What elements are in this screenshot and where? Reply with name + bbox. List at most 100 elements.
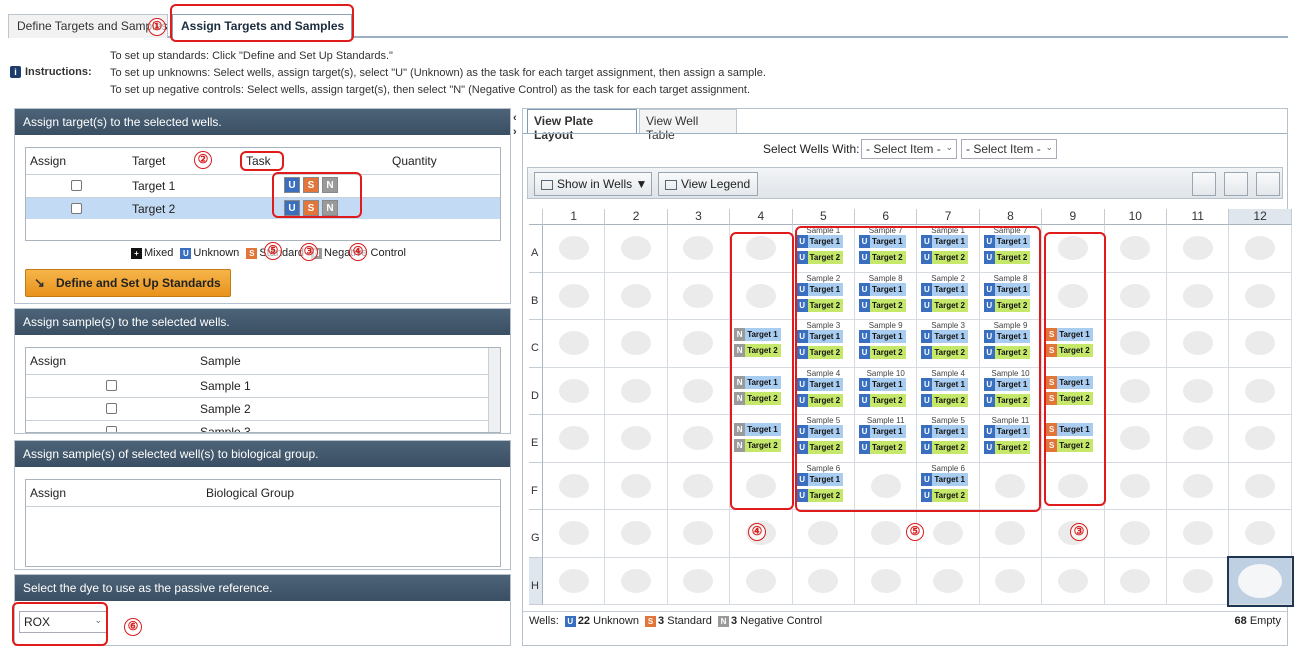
plate-well[interactable] <box>1104 415 1167 463</box>
column-header[interactable]: 4 <box>730 209 793 225</box>
plate-well[interactable] <box>667 510 731 558</box>
tab-view-plate-layout[interactable]: View Plate Layout <box>527 109 637 142</box>
table-row[interactable]: Target 2 USN <box>26 197 500 219</box>
row-header[interactable]: H <box>529 557 543 605</box>
plate-well[interactable] <box>1229 462 1292 510</box>
select-wells-dropdown-2[interactable]: - Select Item - ⌄ <box>961 139 1057 159</box>
plate-well[interactable] <box>605 225 668 273</box>
column-header[interactable]: 11 <box>1167 209 1230 225</box>
plate-well[interactable] <box>1167 557 1230 605</box>
plate-well[interactable] <box>1104 462 1167 510</box>
plate-well[interactable] <box>1167 367 1230 415</box>
column-header[interactable]: 9 <box>1042 209 1105 225</box>
assign-checkbox[interactable] <box>106 380 117 391</box>
scrollbar[interactable] <box>488 348 500 432</box>
plate-well[interactable] <box>1229 415 1292 463</box>
plate-well[interactable] <box>605 320 668 368</box>
row-header[interactable]: C <box>529 320 543 368</box>
plate-well[interactable] <box>667 557 731 605</box>
plate-corner[interactable] <box>529 209 543 225</box>
expand-right-icon[interactable]: › <box>513 126 517 138</box>
assign-checkbox[interactable] <box>106 426 117 432</box>
plate-well[interactable] <box>1104 225 1167 273</box>
assign-checkbox[interactable] <box>71 203 82 214</box>
plate-well[interactable] <box>543 462 606 510</box>
plate-well[interactable] <box>1167 415 1230 463</box>
plate-well[interactable] <box>1104 320 1167 368</box>
plate-well[interactable] <box>543 225 606 273</box>
plate-well[interactable] <box>1229 320 1292 368</box>
column-header[interactable]: 10 <box>1104 209 1167 225</box>
column-header[interactable]: 2 <box>605 209 668 225</box>
plate-well[interactable] <box>543 367 606 415</box>
row-header[interactable]: A <box>529 225 543 273</box>
zoom-in-icon[interactable] <box>1192 172 1216 196</box>
table-row[interactable]: Sample 1 <box>26 374 488 396</box>
plate-well[interactable] <box>1167 510 1230 558</box>
row-header[interactable]: F <box>529 462 543 510</box>
plate-well[interactable] <box>730 557 793 605</box>
plate-well[interactable] <box>1167 225 1230 273</box>
plate-well[interactable] <box>667 320 731 368</box>
column-header[interactable]: 12 <box>1229 209 1292 225</box>
select-wells-dropdown-1[interactable]: - Select Item - ⌄ <box>861 139 957 159</box>
column-header[interactable]: 8 <box>979 209 1043 225</box>
row-header[interactable]: D <box>529 367 543 415</box>
row-header[interactable]: B <box>529 272 543 320</box>
view-legend-button[interactable]: View Legend <box>658 172 758 196</box>
column-header[interactable]: 1 <box>543 209 606 225</box>
plate-well[interactable] <box>1227 555 1294 607</box>
plate-well[interactable] <box>605 272 668 320</box>
collapse-left-icon[interactable]: ‹ <box>513 112 517 124</box>
plate-well[interactable] <box>543 557 606 605</box>
column-header[interactable]: 7 <box>917 209 980 225</box>
plate-well[interactable] <box>605 462 668 510</box>
plate-well[interactable] <box>1229 225 1292 273</box>
plate-well[interactable] <box>667 367 731 415</box>
plate-well[interactable] <box>1104 510 1167 558</box>
plate-well[interactable] <box>1167 462 1230 510</box>
plate-well[interactable] <box>667 462 731 510</box>
table-row[interactable]: Sample 2 <box>26 397 488 419</box>
table-row[interactable]: Sample 3 <box>26 420 488 432</box>
plate-well[interactable] <box>1104 557 1167 605</box>
plate-well[interactable] <box>1042 557 1105 605</box>
plate-well[interactable] <box>917 557 980 605</box>
plate-well[interactable] <box>1229 272 1292 320</box>
plate-well[interactable] <box>855 557 918 605</box>
plate-well[interactable] <box>979 510 1043 558</box>
plate-well[interactable] <box>979 557 1043 605</box>
tab-define-targets[interactable]: Define Targets and Samples <box>8 14 168 38</box>
plate-well[interactable] <box>667 272 731 320</box>
zoom-out-icon[interactable] <box>1224 172 1248 196</box>
plate-well[interactable] <box>917 510 980 558</box>
plate-well[interactable] <box>792 557 855 605</box>
column-header[interactable]: 6 <box>855 209 918 225</box>
plate-well[interactable] <box>543 415 606 463</box>
plate-well[interactable] <box>792 510 855 558</box>
plate-well[interactable] <box>1104 367 1167 415</box>
assign-checkbox[interactable] <box>106 403 117 414</box>
assign-checkbox[interactable] <box>71 180 82 191</box>
plate-well[interactable] <box>1167 320 1230 368</box>
plate-well[interactable] <box>667 415 731 463</box>
plate-well[interactable] <box>667 225 731 273</box>
plate-well[interactable] <box>605 510 668 558</box>
tab-view-well-table[interactable]: View Well Table <box>639 109 737 142</box>
fit-to-view-icon[interactable] <box>1256 172 1280 196</box>
row-header[interactable]: G <box>529 510 543 558</box>
plate-well[interactable] <box>605 367 668 415</box>
plate-well[interactable] <box>605 415 668 463</box>
plate-well[interactable] <box>543 510 606 558</box>
plate-well[interactable] <box>543 320 606 368</box>
plate-well[interactable] <box>543 272 606 320</box>
column-header[interactable]: 3 <box>667 209 731 225</box>
show-in-wells-button[interactable]: Show in Wells ▼ <box>534 172 652 196</box>
plate-well[interactable] <box>1167 272 1230 320</box>
table-row[interactable]: Target 1 USN <box>26 174 500 196</box>
plate-well[interactable] <box>1104 272 1167 320</box>
row-header[interactable]: E <box>529 415 543 463</box>
column-header[interactable]: 5 <box>792 209 855 225</box>
define-standards-button[interactable]: ↘ Define and Set Up Standards <box>25 269 231 297</box>
plate-well[interactable] <box>605 557 668 605</box>
